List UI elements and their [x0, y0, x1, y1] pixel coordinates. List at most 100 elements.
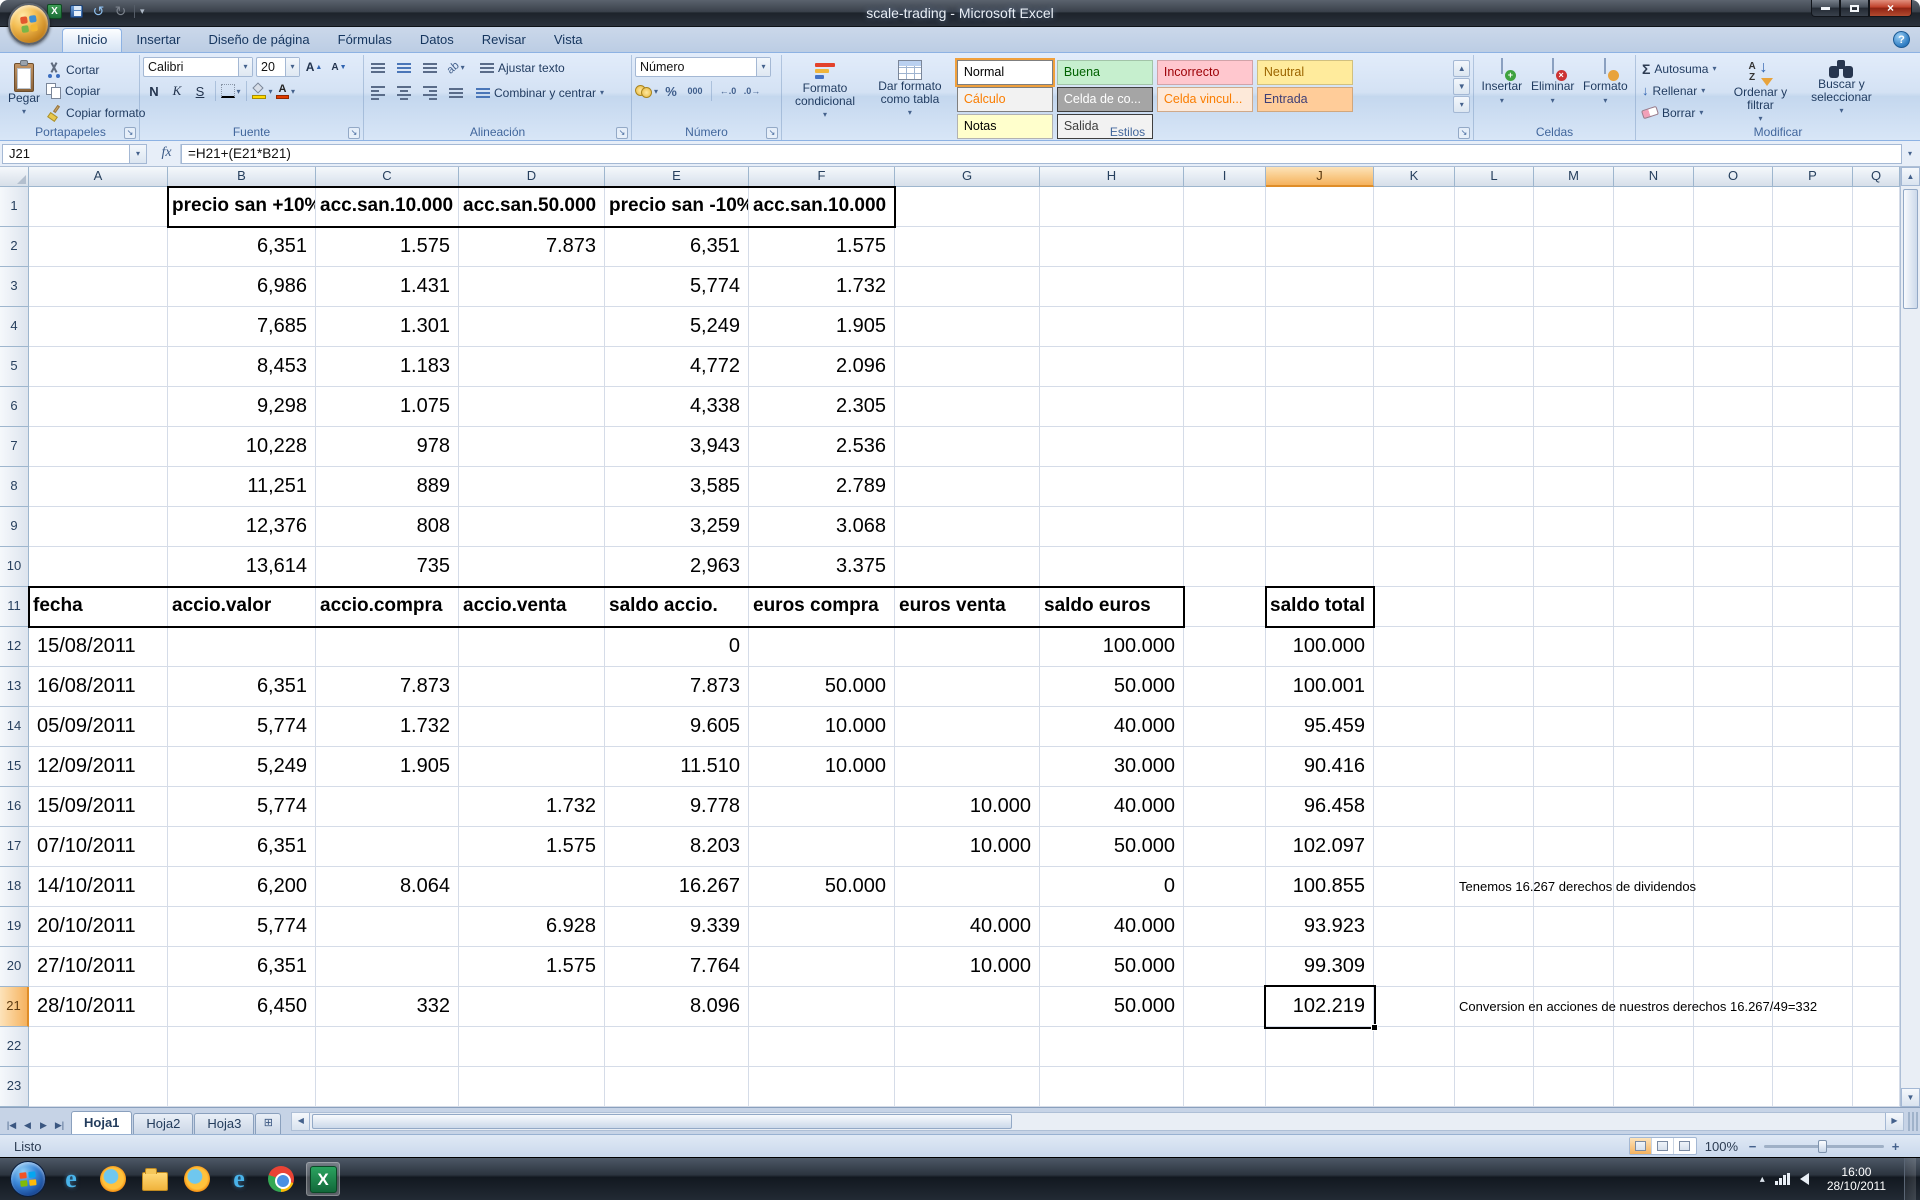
- cell-A5[interactable]: [29, 347, 168, 387]
- cell-K21[interactable]: [1374, 987, 1455, 1027]
- cell-L14[interactable]: [1455, 707, 1534, 747]
- cell-C19[interactable]: [316, 907, 459, 947]
- row-header-5[interactable]: 5: [0, 347, 29, 387]
- cell-D10[interactable]: [459, 547, 605, 587]
- cell-L3[interactable]: [1455, 267, 1534, 307]
- cell-Q19[interactable]: [1853, 907, 1900, 947]
- cell-K6[interactable]: [1374, 387, 1455, 427]
- ie-taskbar-icon-2[interactable]: e: [222, 1162, 256, 1196]
- cell-F6[interactable]: 2.305: [749, 387, 895, 427]
- column-header-B[interactable]: B: [168, 167, 316, 187]
- cell-P16[interactable]: [1773, 787, 1853, 827]
- cell-L18[interactable]: [1455, 867, 1534, 907]
- sheet-tab-hoja2[interactable]: Hoja2: [133, 1113, 193, 1134]
- cell-F7[interactable]: 2.536: [749, 427, 895, 467]
- formula-input[interactable]: =H21+(E21*B21): [181, 144, 1902, 164]
- cell-M18[interactable]: [1534, 867, 1614, 907]
- cell-J20[interactable]: 99.309: [1266, 947, 1374, 987]
- column-header-I[interactable]: I: [1184, 167, 1266, 187]
- cell-C23[interactable]: [316, 1067, 459, 1107]
- cell-L11[interactable]: [1455, 587, 1534, 627]
- cell-C5[interactable]: 1.183: [316, 347, 459, 387]
- cell-P15[interactable]: [1773, 747, 1853, 787]
- cell-B19[interactable]: 5,774: [168, 907, 316, 947]
- cell-I19[interactable]: [1184, 907, 1266, 947]
- cell-C6[interactable]: 1.075: [316, 387, 459, 427]
- cell-J11[interactable]: saldo total: [1266, 587, 1374, 627]
- number-format-combo[interactable]: Número▾: [635, 57, 771, 77]
- cell-A14[interactable]: 05/09/2011: [29, 707, 168, 747]
- cell-Q6[interactable]: [1853, 387, 1900, 427]
- cell-O14[interactable]: [1694, 707, 1773, 747]
- cell-P18[interactable]: [1773, 867, 1853, 907]
- tab-datos[interactable]: Datos: [406, 28, 468, 52]
- cell-J13[interactable]: 100.001: [1266, 667, 1374, 707]
- cell-O20[interactable]: [1694, 947, 1773, 987]
- cell-L20[interactable]: [1455, 947, 1534, 987]
- cell-A4[interactable]: [29, 307, 168, 347]
- cell-G19[interactable]: 40.000: [895, 907, 1040, 947]
- cell-N6[interactable]: [1614, 387, 1694, 427]
- row-header-15[interactable]: 15: [0, 747, 29, 787]
- insert-function-button[interactable]: fx: [153, 144, 181, 164]
- cell-G23[interactable]: [895, 1067, 1040, 1107]
- cell-F11[interactable]: euros compra: [749, 587, 895, 627]
- zoom-in-button[interactable]: +: [1889, 1139, 1902, 1154]
- merge-center-button[interactable]: Combinar y centrar▾: [473, 82, 607, 103]
- decrease-indent-button[interactable]: [445, 83, 467, 103]
- cell-Q16[interactable]: [1853, 787, 1900, 827]
- row-header-18[interactable]: 18: [0, 867, 29, 907]
- cell-K2[interactable]: [1374, 227, 1455, 267]
- cell-K8[interactable]: [1374, 467, 1455, 507]
- column-header-F[interactable]: F: [749, 167, 895, 187]
- cell-style-cálculo[interactable]: Cálculo: [957, 87, 1053, 112]
- cell-P12[interactable]: [1773, 627, 1853, 667]
- cell-F5[interactable]: 2.096: [749, 347, 895, 387]
- cell-A23[interactable]: [29, 1067, 168, 1107]
- cell-E3[interactable]: 5,774: [605, 267, 749, 307]
- cell-O13[interactable]: [1694, 667, 1773, 707]
- cell-I12[interactable]: [1184, 627, 1266, 667]
- cell-Q20[interactable]: [1853, 947, 1900, 987]
- cell-K22[interactable]: [1374, 1027, 1455, 1067]
- column-header-H[interactable]: H: [1040, 167, 1184, 187]
- cell-N19[interactable]: [1614, 907, 1694, 947]
- clear-button[interactable]: Borrar▾: [1639, 102, 1719, 123]
- cell-C2[interactable]: 1.575: [316, 227, 459, 267]
- cell-style-celda-vincul-[interactable]: Celda vincul...: [1157, 87, 1253, 112]
- network-icon[interactable]: [1775, 1173, 1790, 1185]
- zoom-out-button[interactable]: −: [1746, 1139, 1759, 1154]
- cell-Q1[interactable]: [1853, 187, 1900, 227]
- cell-P5[interactable]: [1773, 347, 1853, 387]
- page-break-view-button[interactable]: [1674, 1138, 1696, 1154]
- show-desktop-button[interactable]: [1904, 1158, 1916, 1200]
- cell-C11[interactable]: accio.compra: [316, 587, 459, 627]
- cell-G5[interactable]: [895, 347, 1040, 387]
- row-header-16[interactable]: 16: [0, 787, 29, 827]
- cell-style-neutral[interactable]: Neutral: [1257, 60, 1353, 85]
- column-header-G[interactable]: G: [895, 167, 1040, 187]
- cell-L4[interactable]: [1455, 307, 1534, 347]
- maximize-button[interactable]: [1840, 0, 1869, 17]
- cell-L17[interactable]: [1455, 827, 1534, 867]
- cell-N13[interactable]: [1614, 667, 1694, 707]
- cell-M5[interactable]: [1534, 347, 1614, 387]
- cell-M20[interactable]: [1534, 947, 1614, 987]
- cell-style-incorrecto[interactable]: Incorrecto: [1157, 60, 1253, 85]
- cell-K13[interactable]: [1374, 667, 1455, 707]
- cell-A7[interactable]: [29, 427, 168, 467]
- cell-B9[interactable]: 12,376: [168, 507, 316, 547]
- cell-C15[interactable]: 1.905: [316, 747, 459, 787]
- cell-C13[interactable]: 7.873: [316, 667, 459, 707]
- wrap-text-button[interactable]: Ajustar texto: [477, 57, 568, 78]
- cell-L21[interactable]: [1455, 987, 1534, 1027]
- dialog-launcher-alineacion[interactable]: ↘: [616, 127, 628, 139]
- cell-K9[interactable]: [1374, 507, 1455, 547]
- row-header-14[interactable]: 14: [0, 707, 29, 747]
- sheet-tab-hoja1[interactable]: Hoja1: [71, 1111, 132, 1134]
- redo-button[interactable]: ↻: [112, 3, 129, 20]
- cell-G22[interactable]: [895, 1027, 1040, 1067]
- gallery-scroll-down[interactable]: ▼: [1453, 78, 1470, 95]
- cell-D18[interactable]: [459, 867, 605, 907]
- page-layout-view-button[interactable]: [1652, 1138, 1674, 1154]
